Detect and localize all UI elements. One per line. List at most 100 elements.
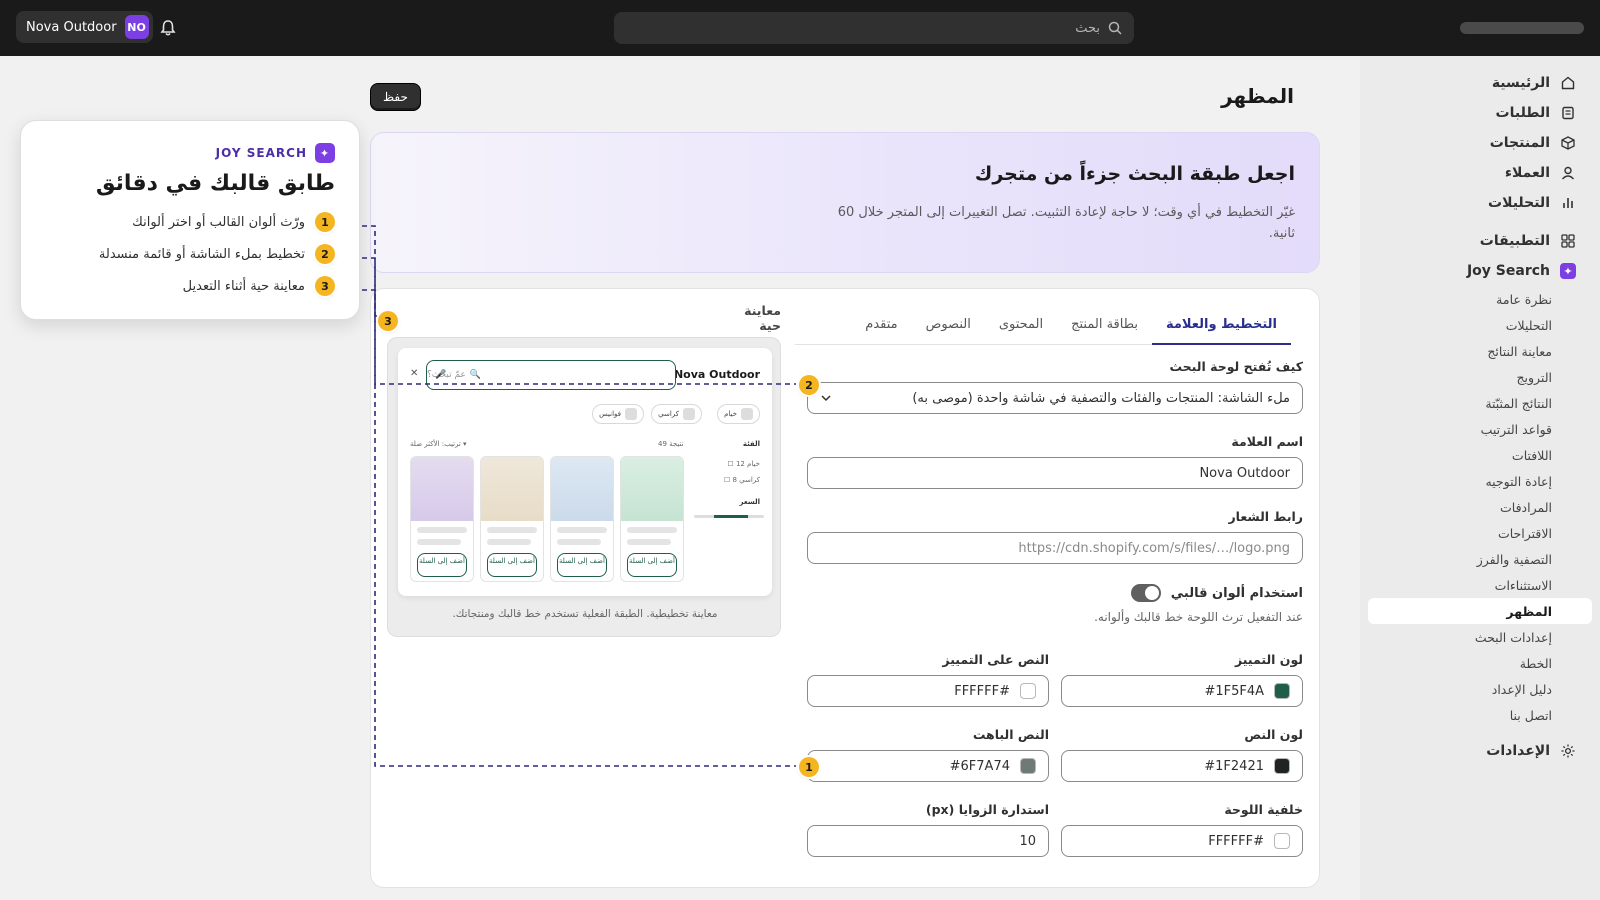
tutorial-callout: ✦ JOY SEARCH طابق قالبك في دقائق 1 ورّث … bbox=[20, 120, 360, 320]
sidebar-subitem[interactable]: المظهر bbox=[1368, 598, 1592, 624]
app-subnav: نظرة عامة التحليلات معاينة النتائج الترويج ا… bbox=[1360, 286, 1600, 728]
save-button[interactable]: حفظ bbox=[370, 83, 421, 111]
step-text: ورّث ألوان القالب أو اختر ألوانك bbox=[132, 214, 305, 230]
sidebar-subitem[interactable]: اللافتات bbox=[1360, 442, 1600, 468]
theme-colors-help: عند التفعيل ترث اللوحة خط قالبك وألوانه. bbox=[1094, 610, 1303, 624]
hero-title: اجعل طبقة البحث جزءاً من متجرك bbox=[974, 163, 1295, 185]
panel-bg-swatch[interactable] bbox=[1274, 833, 1290, 849]
sidebar-subitem[interactable]: إعدادات البحث bbox=[1360, 624, 1600, 650]
nav-orders[interactable]: الطلبات bbox=[1360, 98, 1600, 128]
sidebar-subitem[interactable]: التصفية والفرز bbox=[1360, 546, 1600, 572]
panel-bg-color-input[interactable]: #FFFFFF bbox=[1061, 825, 1303, 857]
hero-banner: اجعل طبقة البحث جزءاً من متجرك غيّر التخ… bbox=[370, 132, 1320, 273]
text-color-input[interactable]: #1F2421 bbox=[1061, 750, 1303, 782]
sidebar-subitem[interactable]: الاستثناءات bbox=[1360, 572, 1600, 598]
layout-select-value: ملء الشاشة: المنتجات والفئات والتصفية في… bbox=[912, 390, 1290, 406]
tab-layout-brand[interactable]: التخطيط والعلامة bbox=[1152, 307, 1291, 345]
sparkle-icon: ✦ bbox=[1560, 263, 1576, 279]
nav-apps[interactable]: التطبيقات bbox=[1360, 226, 1600, 256]
step-number-badge: 2 bbox=[315, 244, 335, 264]
panel-bg-field-group: خلفية اللوحة #FFFFFF bbox=[1061, 802, 1303, 857]
step-text: معاينة حية أثناء التعديل bbox=[182, 278, 305, 294]
sidebar-subitem[interactable]: قواعد الترتيب bbox=[1360, 416, 1600, 442]
sidebar-subitem[interactable]: التحليلات bbox=[1360, 312, 1600, 338]
tab-product-card[interactable]: بطاقة المنتج bbox=[1057, 307, 1152, 345]
home-icon bbox=[1561, 76, 1575, 90]
sidebar-subitem[interactable]: اتصل بنا bbox=[1360, 702, 1600, 728]
close-icon: ✕ bbox=[410, 368, 419, 379]
nav-products[interactable]: المنتجات bbox=[1360, 128, 1600, 158]
accent-field-group: لون التمييز #1F5F4A bbox=[1061, 652, 1303, 707]
tab-advanced[interactable]: متقدم bbox=[851, 307, 911, 345]
tab-bar: التخطيط والعلامة بطاقة المنتج المحتوى ال… bbox=[795, 307, 1291, 345]
nav-label: التحليلات bbox=[1488, 195, 1550, 211]
nav-home[interactable]: الرئيسية bbox=[1360, 68, 1600, 98]
theme-colors-toggle[interactable] bbox=[1130, 584, 1161, 602]
accent-swatch[interactable] bbox=[1274, 683, 1290, 699]
preview-product-card: أضف إلى السلة bbox=[410, 456, 474, 582]
sidebar-subitem[interactable]: نظرة عامة bbox=[1360, 286, 1600, 312]
tutorial-step: 1 ورّث ألوان القالب أو اختر ألوانك bbox=[45, 206, 335, 238]
preview-category-heading: الفئة bbox=[742, 440, 760, 448]
theme-colors-row: استخدام ألوان قالبي bbox=[807, 584, 1303, 602]
sidebar-subitem[interactable]: المرادفات bbox=[1360, 494, 1600, 520]
preview-price-slider bbox=[694, 515, 764, 518]
preview-results-count: 49 نتيجة bbox=[658, 440, 684, 448]
sidebar-subitem[interactable]: معاينة النتائج bbox=[1360, 338, 1600, 364]
product-title-placeholder bbox=[417, 527, 467, 533]
text-color-field-group: لون النص #1F2421 bbox=[1061, 727, 1303, 782]
top-bar: Nova Outdoor NO بحث bbox=[0, 0, 1600, 56]
chevron-down-icon bbox=[821, 395, 831, 402]
search-icon: 🔍 bbox=[469, 370, 482, 380]
preview-product-card: أضف إلى السلة bbox=[480, 456, 544, 582]
tab-content[interactable]: المحتوى bbox=[985, 307, 1057, 345]
product-image bbox=[481, 457, 543, 521]
corner-radius-input[interactable]: 10 bbox=[807, 825, 1049, 857]
color-row-2: لون النص #1F2421 النص الباهت #6F7A74 bbox=[807, 727, 1303, 782]
nav-label: الإعدادات bbox=[1486, 743, 1550, 759]
logo-field-group: رابط الشعار https://cdn.shopify.com/s/fi… bbox=[807, 509, 1303, 564]
layout-select[interactable]: ملء الشاشة: المنتجات والفئات والتصفية في… bbox=[807, 382, 1303, 414]
preview-search-placeholder: عمّ تبحث؟ bbox=[427, 370, 466, 380]
product-title-placeholder bbox=[487, 527, 537, 533]
logo-url-input[interactable]: https://cdn.shopify.com/s/files/…/logo.p… bbox=[807, 532, 1303, 564]
nav-customers[interactable]: العملاء bbox=[1360, 158, 1600, 188]
preview-caption: معاينة تخطيطية. الطبقة الفعلية تستخدم خط… bbox=[452, 608, 718, 620]
sidebar-subitem[interactable]: الترويج bbox=[1360, 364, 1600, 390]
text-color-label: لون النص bbox=[1244, 727, 1303, 742]
tutorial-step: 3 معاينة حية أثناء التعديل bbox=[45, 270, 335, 302]
brand-name-input[interactable]: Nova Outdoor bbox=[807, 457, 1303, 489]
page-title: المظهر bbox=[1221, 84, 1294, 108]
radius-field-group: استدارة الزوايا (px) 10 bbox=[807, 802, 1049, 857]
global-search[interactable]: بحث bbox=[614, 12, 1134, 44]
sidebar-subitem[interactable]: الاقتراحات bbox=[1360, 520, 1600, 546]
preview-price-heading: السعر bbox=[739, 498, 760, 506]
layout-form: كيف تُفتح لوحة البحث ملء الشاشة: المنتجا… bbox=[807, 359, 1303, 877]
nav-joy-search[interactable]: ✦ Joy Search bbox=[1360, 256, 1600, 286]
step-marker-colors: 1 bbox=[799, 757, 819, 777]
nav-analytics[interactable]: التحليلات bbox=[1360, 188, 1600, 218]
preview-filter: ☐ خيام 12 bbox=[727, 460, 760, 468]
accent-color-input[interactable]: #1F5F4A bbox=[1061, 675, 1303, 707]
text-color-swatch[interactable] bbox=[1274, 758, 1290, 774]
preview-filter: ☐ كراسي 8 bbox=[723, 476, 760, 484]
nav-settings[interactable]: الإعدادات bbox=[1360, 736, 1600, 766]
store-switcher[interactable]: Nova Outdoor NO bbox=[16, 11, 153, 43]
sidebar-subitem[interactable]: النتائج المثبّتة bbox=[1360, 390, 1600, 416]
sidebar-subitem[interactable]: إعادة التوجيه bbox=[1360, 468, 1600, 494]
on-accent-swatch[interactable] bbox=[1020, 683, 1036, 699]
muted-color-swatch[interactable] bbox=[1020, 758, 1036, 774]
tab-texts[interactable]: النصوص bbox=[912, 307, 985, 345]
muted-color-input[interactable]: #6F7A74 bbox=[807, 750, 1049, 782]
account-menu[interactable] bbox=[1460, 22, 1584, 34]
step-text: تخطيط بملء الشاشة أو قائمة منسدلة bbox=[98, 246, 305, 262]
product-image bbox=[551, 457, 613, 521]
tutorial-step: 2 تخطيط بملء الشاشة أو قائمة منسدلة bbox=[45, 238, 335, 270]
sparkle-icon: ✦ bbox=[315, 143, 335, 163]
sidebar-subitem[interactable]: الخطة bbox=[1360, 650, 1600, 676]
color-row-3: خلفية اللوحة #FFFFFF استدارة الزوايا (px… bbox=[807, 802, 1303, 857]
search-placeholder: بحث bbox=[1075, 20, 1100, 36]
on-accent-color-input[interactable]: #FFFFFF bbox=[807, 675, 1049, 707]
bell-icon[interactable] bbox=[158, 18, 178, 38]
sidebar-subitem[interactable]: دليل الإعداد bbox=[1360, 676, 1600, 702]
